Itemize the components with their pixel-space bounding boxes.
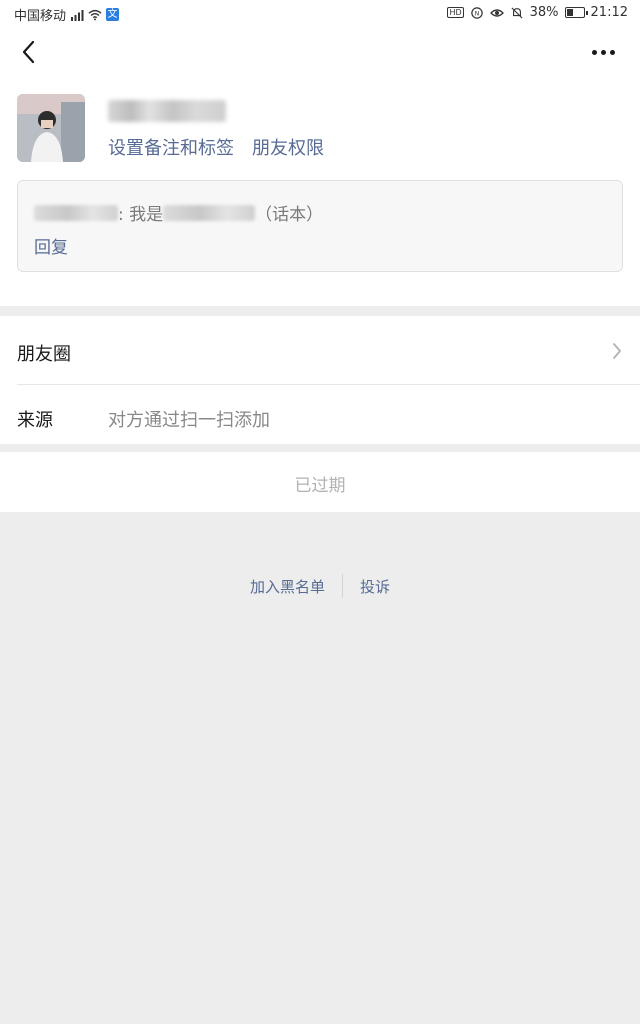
chevron-right-icon [613,343,621,359]
status-bar: 中国移动 文 HD N 38% 21:12 [0,0,640,26]
set-remark-link[interactable]: 设置备注和标签 [108,134,234,160]
avatar-photo [17,94,85,162]
friend-permission-link[interactable]: 朋友权限 [252,134,324,160]
greeting-name-redacted [163,204,256,221]
greeting-card: : 我是 （话本） 回复 [17,180,623,272]
translate-app-icon: 文 [106,8,120,21]
sender-name-redacted [34,204,118,221]
status-right: HD N 38% 21:12 [447,5,628,20]
wifi-icon [88,9,102,20]
source-value: 对方通过扫一扫添加 [108,410,270,431]
status-left: 中国移动 文 [14,5,120,24]
chevron-left-icon [22,40,35,64]
contact-profile-page: 中国移动 文 HD N 38% 21:12 设置备注和标签 朋友权限: 我是 … [0,0,640,1024]
nav-header [0,26,640,78]
more-dots-icon [592,50,597,55]
battery-icon [564,7,588,18]
bottom-actions: 加入黑名单 投诉 [0,574,640,598]
more-button[interactable] [590,40,618,64]
report-link[interactable]: 投诉 [360,576,390,597]
nickname-redacted [108,100,226,122]
expired-label: 已过期 [294,476,346,496]
avatar[interactable] [17,94,85,162]
source-row: 来源 对方通过扫一扫添加 [0,384,640,450]
carrier-label: 中国移动 [14,9,67,24]
expired-button[interactable]: 已过期 [0,452,640,512]
back-button[interactable] [14,36,46,68]
clock: 21:12 [590,5,628,20]
nfc-icon: N [470,6,483,19]
eye-icon [489,8,504,17]
source-label: 来源 [17,410,53,431]
action-separator [342,574,343,598]
battery-percent: 38% [529,5,559,20]
svg-text:N: N [474,10,479,17]
reply-link[interactable]: 回复 [34,233,68,258]
mute-bell-icon [511,6,523,19]
profile-links: 设置备注和标签 朋友权限 [108,134,324,160]
signal-icon [71,9,84,21]
add-to-blacklist-link[interactable]: 加入黑名单 [250,576,325,597]
profile-section: 设置备注和标签 朋友权限 : 我是 （话本） 回复 [0,78,640,306]
greeting-suffix: （话本） [255,205,324,225]
hd-icon: HD [447,7,464,18]
moments-label: 朋友圈 [17,344,71,365]
battery-fill [566,9,573,16]
greeting-message: : 我是 （话本） [34,200,323,225]
greeting-intro: : 我是 [118,205,164,225]
info-rows: 朋友圈 来源 对方通过扫一扫添加 [0,316,640,444]
moments-row[interactable]: 朋友圈 [0,318,640,384]
